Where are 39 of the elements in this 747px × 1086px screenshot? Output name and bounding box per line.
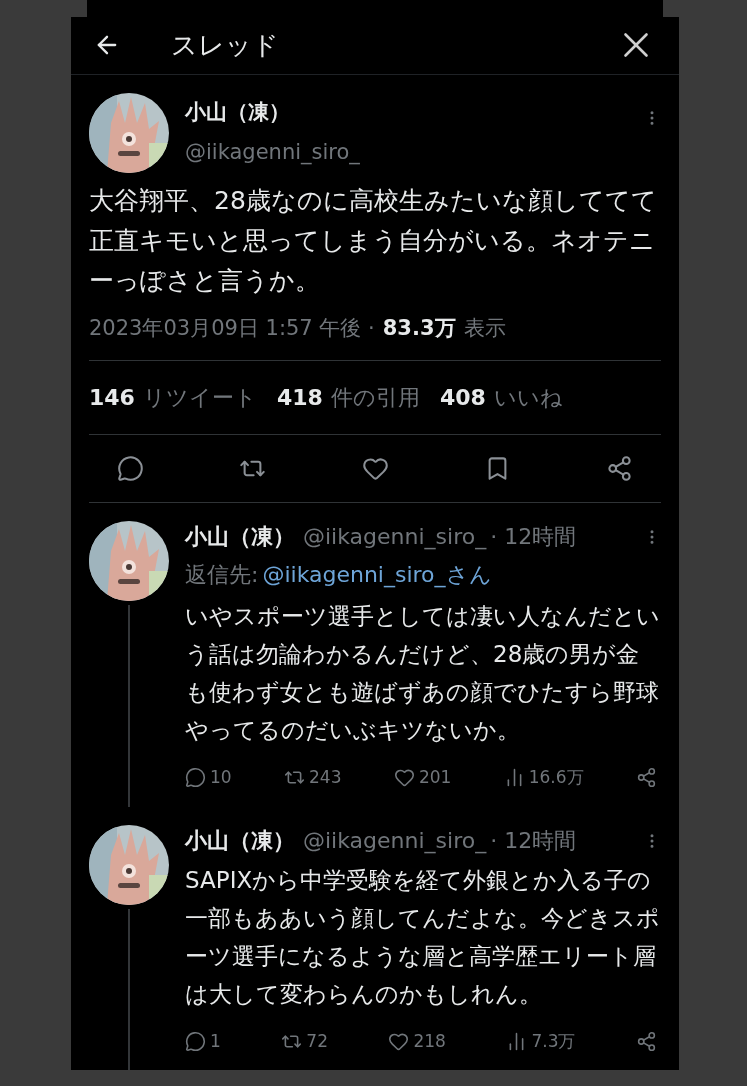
user-name: 小山（凍） [185, 99, 291, 126]
stat-count: 146 [89, 384, 135, 412]
like-button[interactable]: 218 [388, 1028, 446, 1054]
reply-to-label: 返信先: [185, 561, 259, 589]
reply-icon[interactable] [117, 455, 144, 482]
like-button[interactable]: 201 [393, 765, 452, 791]
share-icon[interactable] [635, 1030, 657, 1052]
view-count: 83.3万 [382, 314, 456, 342]
user-name: 小山（凍） [185, 826, 295, 855]
stat-label: いいね [493, 384, 563, 412]
reply-text: SAPIXから中学受験を経て外銀とか入る子の一部もああいう顔してんだよな。今どきスポーツ選手になるような層と高学歴エリート層は大して変わらんのかもしれん。 [185, 865, 661, 1009]
reply-button[interactable]: 10 [185, 765, 232, 791]
reply-icon [185, 1030, 206, 1052]
post-time: · 12時間 [490, 523, 577, 551]
retweet-button[interactable]: 72 [281, 1028, 328, 1054]
share-icon[interactable] [635, 767, 657, 789]
views-button[interactable]: 7.3万 [506, 1028, 576, 1054]
stat-count: 408 [439, 384, 486, 412]
header-title: スレッド [171, 28, 279, 62]
post-time: · 12時間 [490, 826, 577, 855]
user-name: 小山（凍） [185, 523, 295, 551]
user-handle: @iikagenni_siro_ [303, 826, 487, 856]
user-handle: @iikagenni_siro_ [303, 523, 487, 552]
heart-icon[interactable] [361, 455, 389, 482]
user-handle: @iikagenni_siro_ [185, 138, 360, 167]
reply-text: いやスポーツ選手としては凄い人なんだという話は勿論わかるんだけど、28歳の男が金も使わず女とも遊ばずあの顔でひたすら野球やってるのだいぶキツないか。 [185, 602, 661, 745]
stat-label: 件の引用 [330, 384, 420, 412]
mention-link[interactable]: @iikagenni_siro_さん [262, 557, 492, 593]
retweet-button[interactable]: 243 [284, 765, 342, 791]
reply-button[interactable]: 1 [185, 1028, 221, 1054]
timestamp: 2023年03月09日 1:57 午後 · [89, 314, 375, 342]
share-icon[interactable] [606, 455, 633, 482]
heart-icon [393, 767, 415, 789]
stat-label: リツイート [142, 384, 257, 412]
views-label: 表示 [463, 314, 506, 342]
views-button[interactable]: 16.6万 [503, 765, 584, 791]
tweet-text: 大谷翔平、28歳なのに高校生みたいな顔しててて正直キモいと思ってしまう自分がいる。ネオテニーっぽさと言うか。 [89, 184, 658, 297]
stat-count: 418 [276, 384, 323, 412]
reply-icon [185, 767, 206, 789]
